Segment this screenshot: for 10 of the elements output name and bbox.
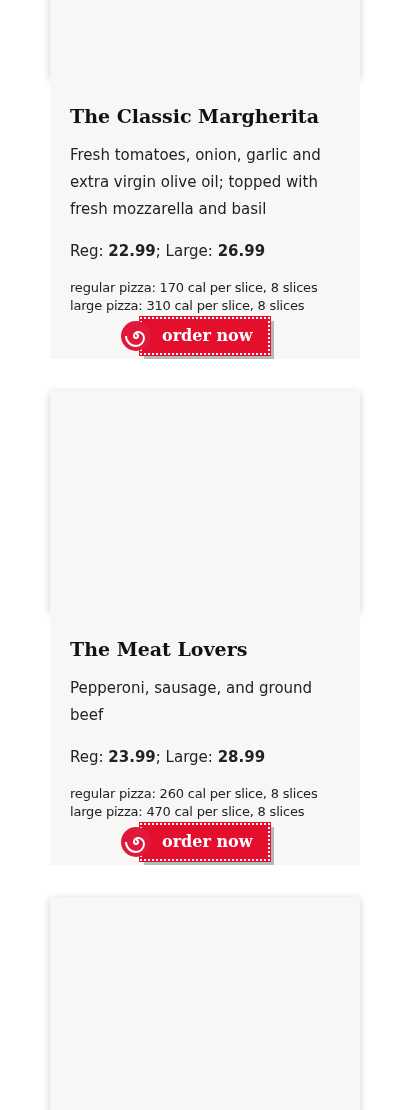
pizza-title: The Classic Margherita — [70, 104, 320, 129]
price-text: Reg: 22.99; Large: 26.99 — [70, 241, 267, 262]
calorie-info: regular pizza: 260 cal per slice, 8 slices — [70, 785, 319, 803]
pizza-description: Pepperoni, sausage, and ground beef — [70, 678, 314, 726]
calorie-info: regular pizza: 170 cal per slice, 8 slices — [70, 279, 319, 297]
calorie-info: large pizza: 470 cal per slice, 8 slices — [70, 803, 306, 821]
pizza-description: Fresh tomatoes, onion, garlic and extra virgin olive oil; topped with fresh mozzarella and basil — [70, 145, 322, 220]
calorie-info: large pizza: 310 cal per slice, 8 slices — [70, 297, 306, 315]
price-text: Reg: 23.99; Large: 28.99 — [70, 747, 267, 768]
pizza-title: The Meat Lovers — [70, 637, 249, 662]
